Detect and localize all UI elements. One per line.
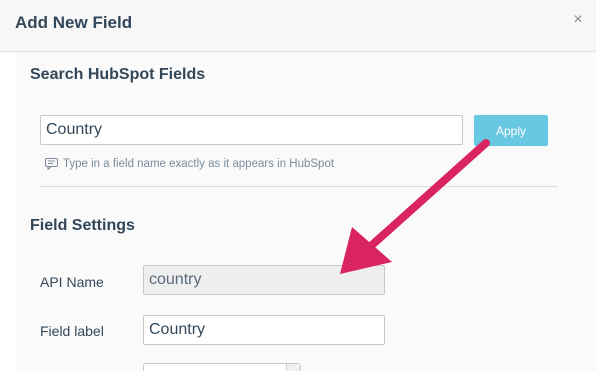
close-button[interactable]: × [570,11,586,29]
apply-button[interactable]: Apply [474,115,548,146]
search-hint: Type in a field name exactly as it appea… [45,156,334,172]
select-handle [286,364,300,371]
comment-icon [45,158,58,170]
field-label-label: Field label [40,323,104,339]
settings-section-heading: Field Settings [30,217,135,234]
add-field-modal: Add New Field × Search HubSpot Fields Ap… [0,0,596,371]
section-divider [40,186,558,187]
field-type-select[interactable] [143,363,301,371]
api-name-label: API Name [40,274,104,290]
modal-header: Add New Field × [0,0,596,52]
search-input[interactable] [40,115,463,145]
search-hint-text: Type in a field name exactly as it appea… [63,158,335,170]
search-section-heading: Search HubSpot Fields [30,66,206,83]
modal-title: Add New Field [15,13,133,32]
api-name-field [143,265,385,295]
field-label-input[interactable] [143,315,385,345]
